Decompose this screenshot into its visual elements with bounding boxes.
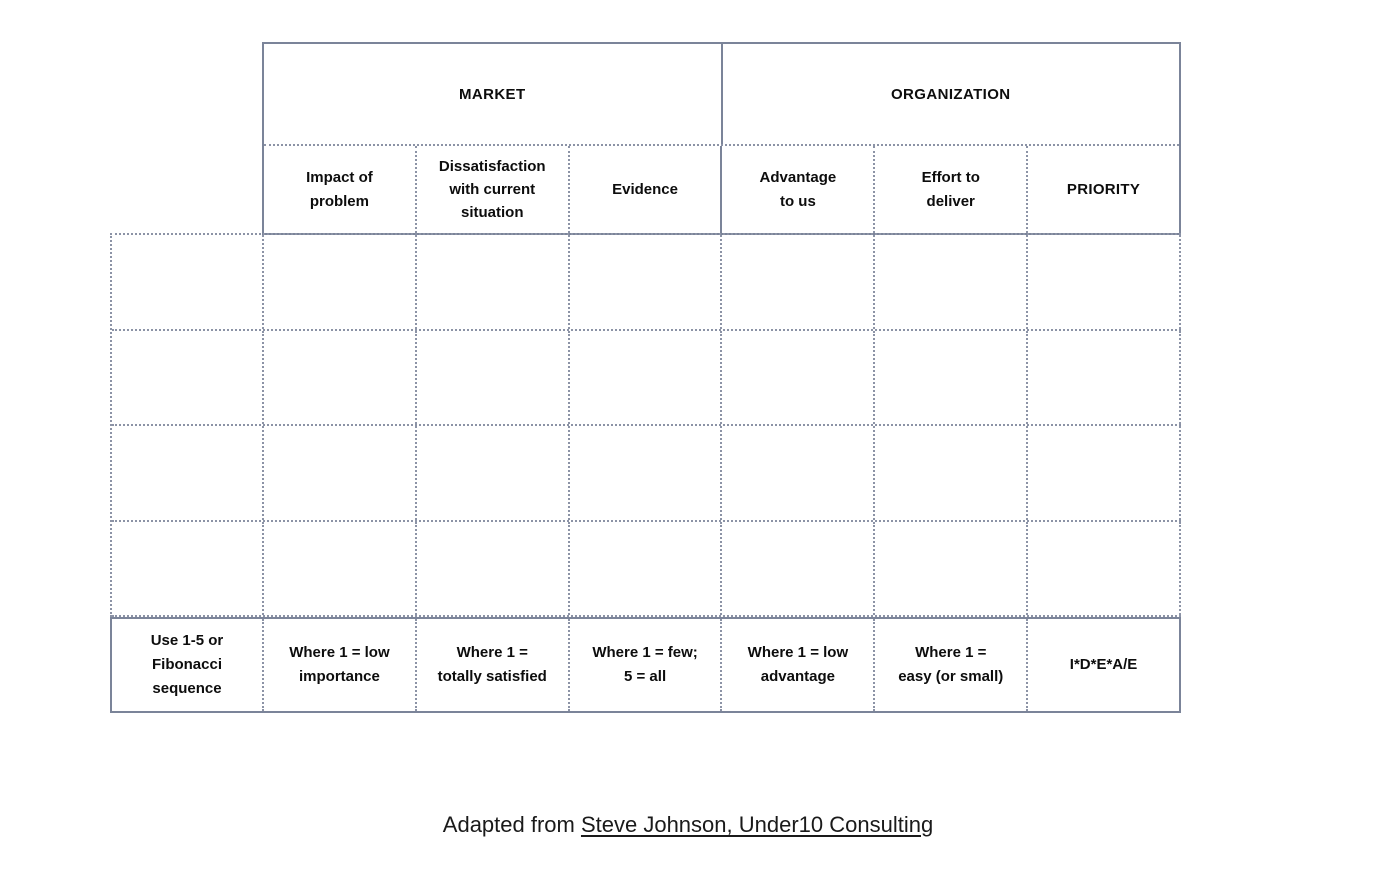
legend-scale-instruction: Use 1-5 or Fibonacci sequence [112,619,264,711]
legend-evidence-label: Where 1 = few; 5 = all [592,641,697,689]
cell-advantage-to-us[interactable] [722,426,876,520]
group-header-organization: ORGANIZATION [723,44,1180,144]
column-header-advantage-to-us: Advantage to us [722,146,876,233]
column-header-evidence: Evidence [570,146,723,233]
row-label-cell[interactable] [112,235,264,329]
text-line: Impact of [306,169,373,187]
legend-priority-formula-label: I*D*E*A/E [1069,656,1138,673]
column-header-effort-to-deliver-label: Effort to deliver [922,166,980,213]
legend-impact-of-problem-label: Where 1 = low importance [289,641,389,689]
cell-advantage-to-us[interactable] [722,235,876,329]
text-line: with current [449,180,536,198]
cell-priority[interactable] [1028,521,1181,615]
cell-effort-to-deliver[interactable] [875,426,1029,520]
cell-impact-of-problem[interactable] [264,426,417,520]
cell-impact-of-problem[interactable] [264,330,417,424]
text-line: Where 1 = [915,644,987,661]
cell-advantage-to-us[interactable] [722,330,876,424]
text-line: 5 = all [624,668,667,685]
cell-effort-to-deliver[interactable] [875,521,1029,615]
legend-impact-of-problem: Where 1 = low importance [264,619,417,711]
table-row [112,426,1181,522]
cell-advantage-to-us[interactable] [722,521,876,615]
group-header-market: MARKET [264,44,723,144]
prioritization-worksheet: MARKET ORGANIZATION Impact of problem Di… [0,0,1376,884]
cell-priority[interactable] [1028,235,1181,329]
text-line: Where 1 = [456,644,528,661]
column-header-row: Impact of problem Dissatisfaction with c… [264,144,1179,233]
legend-priority-formula: I*D*E*A/E [1028,619,1179,711]
column-header-priority: PRIORITY [1028,146,1179,233]
scoring-legend-row: Use 1-5 or Fibonacci sequence Where 1 = … [110,617,1181,713]
column-header-impact-of-problem-label: Impact of problem [306,166,373,213]
text-line: Where 1 = few; [592,644,698,661]
row-label-cell[interactable] [112,426,264,520]
column-header-priority-label: PRIORITY [1066,180,1141,198]
attribution-prefix: Adapted from [442,812,581,837]
worksheet-entry-grid [110,233,1181,617]
cell-priority[interactable] [1028,330,1181,424]
table-row [112,235,1181,331]
text-line: advantage [760,668,835,685]
legend-effort-to-deliver-label: Where 1 = easy (or small) [898,641,1003,689]
cell-evidence[interactable] [570,521,723,615]
cell-impact-of-problem[interactable] [264,521,417,615]
row-label-cell[interactable] [112,521,264,615]
group-header-row: MARKET ORGANIZATION [264,44,1179,144]
row-label-cell[interactable] [112,330,264,424]
text-line: Where 1 = low [289,644,390,661]
legend-dissatisfaction-label: Where 1 = totally satisfied [438,641,547,689]
text-line: totally satisfied [437,668,547,685]
text-line: Where 1 = low [747,644,849,661]
cell-dissatisfaction[interactable] [417,330,570,424]
text-line: problem [309,192,369,210]
column-header-dissatisfaction-label: Dissatisfaction with current situation [439,155,546,225]
text-line: situation [460,204,524,222]
cell-dissatisfaction[interactable] [417,235,570,329]
column-header-advantage-to-us-label: Advantage to us [760,166,837,213]
column-header-impact-of-problem: Impact of problem [264,146,417,233]
attribution-footer: Adapted from Steve Johnson, Under10 Cons… [0,812,1376,838]
attribution-link[interactable]: Steve Johnson, Under10 Consulting [581,812,933,837]
table-row [112,521,1181,617]
legend-dissatisfaction: Where 1 = totally satisfied [417,619,570,711]
table-row [112,330,1181,426]
text-line: importance [298,668,380,685]
cell-evidence[interactable] [570,235,723,329]
column-header-effort-to-deliver: Effort to deliver [875,146,1029,233]
column-header-evidence-label: Evidence [612,180,678,198]
group-header-market-label: MARKET [458,85,526,103]
text-line: Dissatisfaction [438,157,546,175]
column-header-dissatisfaction: Dissatisfaction with current situation [417,146,570,233]
legend-advantage-to-us: Where 1 = low advantage [722,619,876,711]
cell-impact-of-problem[interactable] [264,235,417,329]
text-line: Effort to [921,169,980,187]
text-line: to us [779,192,816,210]
cell-priority[interactable] [1028,426,1181,520]
text-line: Advantage [759,169,837,187]
cell-effort-to-deliver[interactable] [875,330,1029,424]
group-header-organization-label: ORGANIZATION [890,85,1011,103]
legend-advantage-to-us-label: Where 1 = low advantage [748,641,848,689]
cell-evidence[interactable] [570,426,723,520]
text-line: Use 1-5 or [150,632,224,649]
cell-dissatisfaction[interactable] [417,426,570,520]
text-line: Fibonacci [151,656,222,673]
table-header-block: MARKET ORGANIZATION Impact of problem Di… [262,42,1181,235]
text-line: easy (or small) [898,668,1004,685]
cell-dissatisfaction[interactable] [417,521,570,615]
text-line: sequence [152,680,222,697]
legend-scale-instruction-label: Use 1-5 or Fibonacci sequence [151,629,224,701]
legend-effort-to-deliver: Where 1 = easy (or small) [875,619,1029,711]
legend-evidence: Where 1 = few; 5 = all [570,619,723,711]
text-line: deliver [926,192,975,210]
cell-evidence[interactable] [570,330,723,424]
cell-effort-to-deliver[interactable] [875,235,1029,329]
